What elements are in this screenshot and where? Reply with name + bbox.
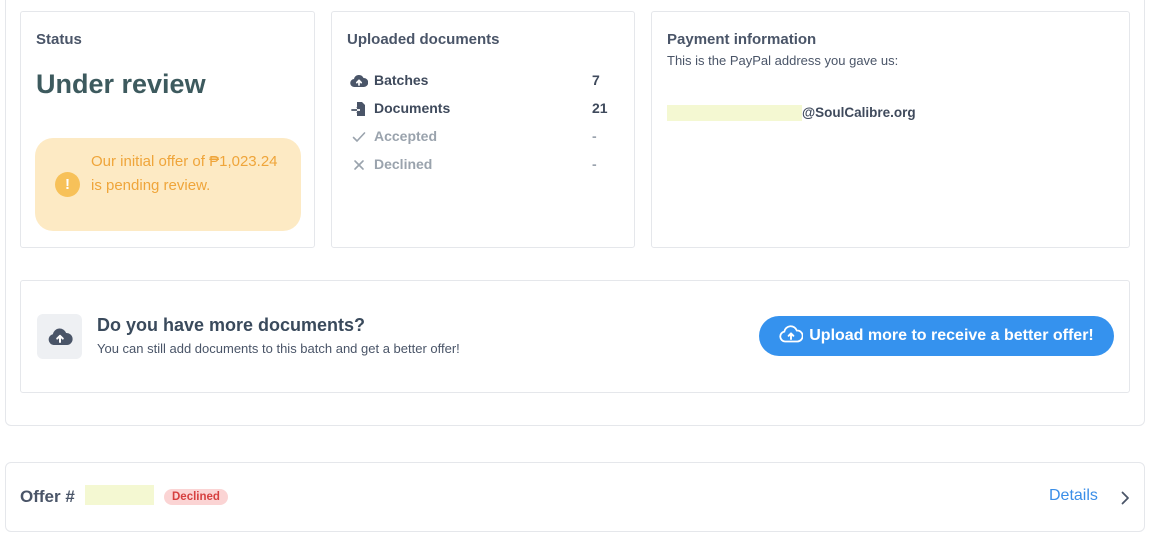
paypal-email-domain: @SoulCalibre.org: [802, 105, 916, 120]
file-import-icon: [350, 101, 368, 117]
uploaded-documents-title: Uploaded documents: [347, 31, 500, 48]
redacted-email-user: [667, 105, 802, 121]
cloud-upload-icon: [37, 314, 82, 359]
cloud-upload-icon: [350, 73, 368, 89]
doc-row-value: -: [592, 156, 597, 172]
check-icon: [350, 129, 368, 145]
more-documents-subtitle: You can still add documents to this batc…: [97, 341, 460, 356]
doc-row-documents: Documents 21: [350, 99, 610, 119]
payment-information-title: Payment information: [667, 31, 817, 48]
doc-row-value: 7: [592, 72, 600, 88]
pending-offer-alert: ! Our initial offer of ₱1,023.24 is pend…: [35, 138, 301, 231]
doc-row-label: Batches: [374, 72, 429, 88]
more-documents-title: Do you have more documents?: [97, 315, 366, 335]
offer-row[interactable]: Offer # Declined Details: [5, 462, 1145, 532]
details-link[interactable]: Details: [1049, 487, 1098, 505]
chevron-right-icon[interactable]: [1118, 488, 1132, 508]
doc-row-declined: Declined -: [350, 155, 610, 175]
pending-offer-message: Our initial offer of ₱1,023.24 is pendin…: [91, 153, 278, 194]
doc-row-accepted: Accepted -: [350, 127, 610, 147]
payment-information-card: Payment information This is the PayPal a…: [651, 11, 1130, 248]
more-documents-card: Do you have more documents? You can stil…: [20, 280, 1130, 393]
doc-row-value: 21: [592, 100, 608, 116]
cloud-upload-icon: [779, 324, 804, 348]
doc-row-label: Accepted: [374, 128, 438, 144]
doc-row-batches: Batches 7: [350, 71, 610, 91]
status-card: Status Under review ! Our initial offer …: [20, 11, 315, 248]
status-value: Under review: [36, 69, 206, 99]
doc-row-label: Documents: [374, 100, 451, 116]
doc-row-label: Declined: [374, 156, 433, 172]
upload-more-button-label: Upload more to receive a better offer!: [809, 327, 1094, 344]
doc-row-value: -: [592, 128, 597, 144]
warning-icon: !: [55, 172, 80, 197]
status-card-title: Status: [36, 31, 82, 48]
payment-subtitle: This is the PayPal address you gave us:: [667, 53, 899, 68]
redacted-offer-number: [85, 485, 154, 505]
x-icon: [350, 157, 368, 173]
offer-label: Offer #: [20, 487, 75, 506]
status-badge: Declined: [164, 489, 228, 505]
uploaded-documents-card: Uploaded documents Batches 7 Documents 2…: [331, 11, 635, 248]
upload-more-button[interactable]: Upload more to receive a better offer!: [759, 316, 1114, 356]
